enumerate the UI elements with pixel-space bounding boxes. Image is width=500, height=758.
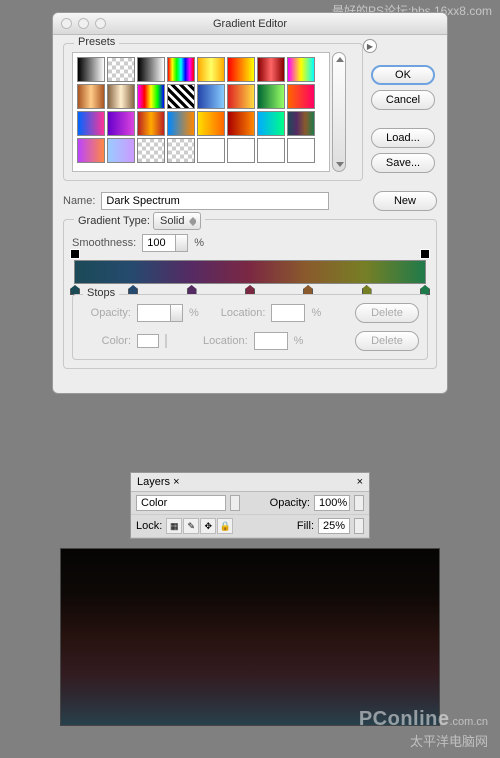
color-picker-icon <box>165 334 167 348</box>
gradient-editor-dialog: Gradient Editor ▶ OK Cancel Load... Save… <box>52 12 448 394</box>
preset-swatch[interactable] <box>227 84 255 109</box>
color-swatch <box>137 334 159 348</box>
lock-icons: ▦ ✎ ✥ 🔒 <box>166 518 233 534</box>
opacity-label: Opacity: <box>270 497 310 509</box>
presets-scrollbar[interactable] <box>332 52 346 172</box>
preset-swatch[interactable] <box>227 57 255 82</box>
presets-legend: Presets <box>74 36 119 48</box>
preset-swatch[interactable] <box>137 57 165 82</box>
location-input <box>271 304 305 322</box>
name-label: Name: <box>63 195 95 207</box>
preset-swatch[interactable] <box>167 138 195 163</box>
smoothness-field[interactable] <box>142 234 188 252</box>
opacity-label: Opacity: <box>81 307 131 319</box>
stepper-icon[interactable] <box>176 234 188 252</box>
preset-swatch[interactable] <box>227 138 255 163</box>
preset-swatch[interactable] <box>287 57 315 82</box>
lock-brush-icon[interactable]: ✎ <box>183 518 199 534</box>
preset-swatch[interactable] <box>197 84 225 109</box>
location-input <box>254 332 288 350</box>
preset-swatch[interactable] <box>257 111 285 136</box>
dropdown-icon[interactable] <box>230 495 240 511</box>
stepper-icon[interactable] <box>354 518 364 534</box>
dialog-title: Gradient Editor <box>213 18 287 30</box>
location-label: Location: <box>203 335 248 347</box>
preset-swatch[interactable] <box>137 138 165 163</box>
smoothness-input[interactable] <box>142 234 176 252</box>
layers-tab[interactable]: Layers × × <box>131 473 369 492</box>
gradient-type-legend: Gradient Type: Solid <box>74 212 205 230</box>
save-button[interactable]: Save... <box>371 153 435 173</box>
lock-transparency-icon[interactable]: ▦ <box>166 518 182 534</box>
close-icon[interactable] <box>61 18 72 29</box>
presets-grid[interactable] <box>72 52 330 172</box>
opacity-stop[interactable] <box>70 249 80 259</box>
titlebar[interactable]: Gradient Editor <box>53 13 447 35</box>
preset-swatch[interactable] <box>287 84 315 109</box>
pct-label: % <box>194 237 204 249</box>
panel-close-icon[interactable]: × <box>357 476 363 488</box>
preset-swatch[interactable] <box>197 57 225 82</box>
preset-swatch[interactable] <box>167 84 195 109</box>
preset-swatch[interactable] <box>197 138 225 163</box>
opacity-field <box>137 304 183 322</box>
gradient-bar[interactable] <box>74 260 426 284</box>
lock-move-icon[interactable]: ✥ <box>200 518 216 534</box>
preset-swatch[interactable] <box>167 111 195 136</box>
smoothness-label: Smoothness: <box>72 237 136 249</box>
flyout-menu-icon[interactable]: ▶ <box>363 39 377 53</box>
preset-swatch[interactable] <box>287 138 315 163</box>
layer-opacity-field[interactable]: 100% <box>314 495 350 511</box>
presets-area <box>72 52 354 172</box>
preset-swatch[interactable] <box>107 84 135 109</box>
gradient-preview <box>60 548 440 726</box>
gradient-type-select[interactable]: Solid <box>153 212 201 230</box>
minimize-icon[interactable] <box>78 18 89 29</box>
ok-button[interactable]: OK <box>371 65 435 85</box>
preset-swatch[interactable] <box>137 84 165 109</box>
preset-swatch[interactable] <box>167 57 195 82</box>
tab-label: Layers × <box>137 476 180 488</box>
window-controls <box>61 18 106 29</box>
new-button[interactable]: New <box>373 191 437 211</box>
lock-all-icon[interactable]: 🔒 <box>217 518 233 534</box>
stepper-icon <box>171 304 183 322</box>
name-input[interactable] <box>101 192 329 210</box>
preset-swatch[interactable] <box>257 57 285 82</box>
fill-field[interactable]: 25% <box>318 518 350 534</box>
stops-legend: Stops <box>83 287 119 299</box>
lock-label: Lock: <box>136 520 162 532</box>
preset-swatch[interactable] <box>257 138 285 163</box>
fill-label: Fill: <box>297 520 314 532</box>
preset-swatch[interactable] <box>107 138 135 163</box>
stepper-icon[interactable] <box>354 495 364 511</box>
preset-swatch[interactable] <box>137 111 165 136</box>
opacity-stop[interactable] <box>420 249 430 259</box>
preset-swatch[interactable] <box>77 57 105 82</box>
preset-swatch[interactable] <box>257 84 285 109</box>
layers-panel: Layers × × Color Opacity: 100% Lock: ▦ ✎… <box>130 472 370 539</box>
load-button[interactable]: Load... <box>371 128 435 148</box>
delete-opacity-stop-button: Delete <box>355 303 419 323</box>
preset-swatch[interactable] <box>197 111 225 136</box>
location-label: Location: <box>221 307 266 319</box>
side-buttons: OK Cancel Load... Save... <box>371 65 435 173</box>
preset-swatch[interactable] <box>107 111 135 136</box>
zoom-icon[interactable] <box>95 18 106 29</box>
cancel-button[interactable]: Cancel <box>371 90 435 110</box>
preset-swatch[interactable] <box>287 111 315 136</box>
blend-mode-select[interactable]: Color <box>136 495 226 511</box>
preset-swatch[interactable] <box>77 138 105 163</box>
preset-swatch[interactable] <box>107 57 135 82</box>
preset-swatch[interactable] <box>227 111 255 136</box>
delete-color-stop-button: Delete <box>355 331 419 351</box>
preset-swatch[interactable] <box>77 111 105 136</box>
watermark-bottom: PConline.com.cn 太平洋电脑网 <box>359 708 488 750</box>
preset-swatch[interactable] <box>77 84 105 109</box>
color-label: Color: <box>81 335 131 347</box>
opacity-input <box>137 304 171 322</box>
